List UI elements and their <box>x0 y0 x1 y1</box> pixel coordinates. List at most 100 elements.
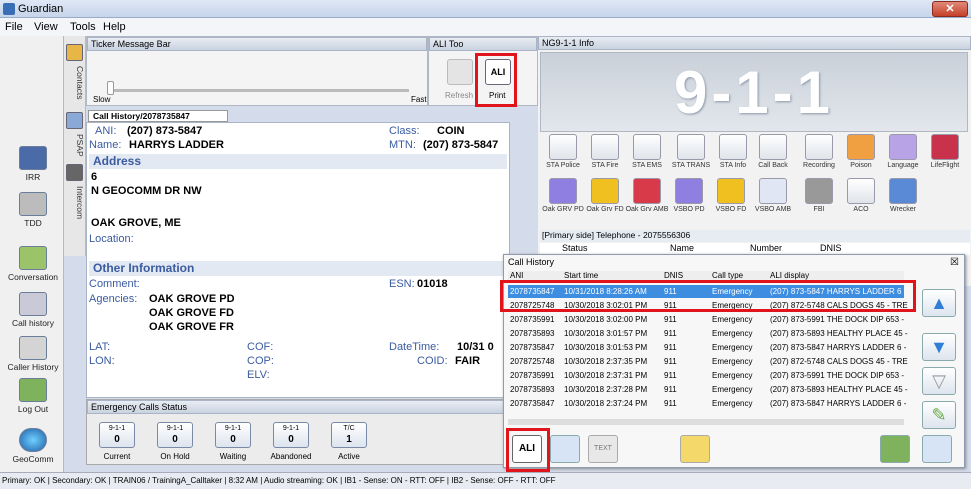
sta-trans-button[interactable]: STA TRANS <box>668 134 714 169</box>
coid-label: COID: <box>417 355 448 367</box>
close-button[interactable]: ✕ <box>932 1 968 17</box>
menu-help[interactable]: Help <box>103 21 126 33</box>
history-row[interactable]: 2078735893 10/30/2018 3:01:57 PM 911 Emerge… <box>508 327 908 340</box>
class-label: Class: <box>389 125 420 137</box>
tab-intercom[interactable]: Intercom <box>65 186 85 219</box>
aco-button[interactable]: ACO <box>838 178 884 213</box>
irr-button[interactable]: IRR <box>4 146 62 182</box>
history-row[interactable]: 2078735847 10/30/2018 2:37:24 PM 911 Emerge… <box>508 397 906 410</box>
history-cell-dnis: 911 <box>664 385 677 394</box>
history-cell-ali: (207) 873-5991 THE DOCK DIP 653 - <box>770 371 904 380</box>
history-cell-time: 10/30/2018 2:37:31 PM <box>564 371 648 380</box>
recording-icon <box>805 134 833 160</box>
history-row[interactable]: 2078725748 10/30/2018 2:37:35 PM 911 Emerge… <box>508 355 908 368</box>
clear-filter-icon[interactable]: ✎ <box>922 401 956 429</box>
history-cell-ani: 2078735847 <box>510 399 555 408</box>
menu-bar: File View Tools Help <box>0 18 971 36</box>
speed-dial-area: STA Police STA Fire STA EMS STA TRANS ST… <box>540 134 968 230</box>
other-info-header: Other Information <box>89 261 507 276</box>
sta-trans-icon <box>677 134 705 160</box>
active-label: Active <box>338 452 360 461</box>
history-row[interactable]: 2078735893 10/30/2018 2:37:28 PM 911 Emerge… <box>508 383 908 396</box>
history-row[interactable]: 2078735991 10/30/2018 2:37:31 PM 911 Emerge… <box>508 369 904 382</box>
user-search-icon[interactable] <box>922 435 952 463</box>
window-title: Guardian <box>18 3 64 15</box>
sta-info-icon <box>719 134 747 160</box>
history-row[interactable]: 2078735991 10/30/2018 3:02:00 PM 911 Emerge… <box>508 313 904 326</box>
history-cell-time: 10/30/2018 2:37:35 PM <box>564 357 648 366</box>
vsbo-fd-button[interactable]: VSBO FD <box>708 178 754 213</box>
ani-value: (207) 873-5847 <box>127 125 203 137</box>
ticker-speed-slider[interactable] <box>109 89 409 92</box>
refresh-button[interactable]: Refresh <box>445 91 473 100</box>
ali-tools-title: ALI Too <box>429 37 537 51</box>
dialog-close-icon[interactable]: ☒ <box>950 257 959 268</box>
text-button[interactable]: TEXT <box>588 435 618 463</box>
logout-icon <box>19 378 47 402</box>
caller-tab[interactable]: Call History/2078735847 <box>88 110 228 122</box>
current-counter: 9-1-1 0 <box>99 422 135 448</box>
oak-grv-fd-button[interactable]: Oak Grv FD <box>582 178 628 213</box>
fbi-button[interactable]: FBI <box>796 178 842 213</box>
ticker-slider-handle[interactable] <box>107 81 114 95</box>
history-cell-ani: 2078735893 <box>510 385 555 394</box>
oak-grv-pd-button[interactable]: Oak GRV PD <box>540 178 586 213</box>
history-cell-time: 10/30/2018 3:01:57 PM <box>564 329 648 338</box>
down-arrow-icon[interactable]: ▼ <box>922 333 956 361</box>
house-number: 6 <box>91 171 98 183</box>
tdd-button[interactable]: TDD <box>4 192 62 228</box>
geocomm-button[interactable]: GeoComm <box>4 428 62 464</box>
callback-button[interactable]: Call Back <box>750 134 796 169</box>
oak-grv-amb-button[interactable]: Oak Grv AMB <box>624 178 670 213</box>
sta-fire-icon <box>591 134 619 160</box>
sta-fire-button[interactable]: STA Fire <box>582 134 628 169</box>
vsbo-pd-button[interactable]: VSBO PD <box>666 178 712 213</box>
mtn-label: MTN: <box>389 139 416 151</box>
history-cell-ani: 2078735847 <box>510 343 555 352</box>
lock-icon[interactable] <box>680 435 710 463</box>
recording-button[interactable]: Recording <box>796 134 842 169</box>
fire-icon <box>591 178 619 204</box>
caller-history-button[interactable]: Caller History <box>4 336 62 372</box>
conversation-button[interactable]: Conversation <box>4 246 62 282</box>
filter-icon[interactable]: ▽ <box>922 367 956 395</box>
tab-psap[interactable]: PSAP <box>65 134 85 157</box>
history-cell-type: Emergency <box>712 315 753 324</box>
sta-police-button[interactable]: STA Police <box>540 134 586 169</box>
telephone-header: [Primary side] Telephone - 2075556306 <box>540 230 970 242</box>
history-cell-dnis: 911 <box>664 329 677 338</box>
caller-history-icon <box>19 336 47 360</box>
history-cell-ali: (207) 873-5893 HEALTHY PLACE 45 - <box>770 385 908 394</box>
up-arrow-icon[interactable]: ▲ <box>922 289 956 317</box>
menu-view[interactable]: View <box>34 21 58 33</box>
gun-icon <box>805 178 833 204</box>
history-cell-ali: (207) 873-5847 HARRYS LADDER 6 - <box>770 343 907 352</box>
lifeflight-button[interactable]: LifeFlight <box>922 134 968 169</box>
menu-file[interactable]: File <box>5 21 23 33</box>
psap-icon <box>66 112 83 129</box>
tab-contacts[interactable]: Contacts <box>65 66 85 100</box>
esn-label: ESN: <box>389 278 415 290</box>
wrecker-button[interactable]: Wrecker <box>880 178 926 213</box>
sta-ems-button[interactable]: STA EMS <box>624 134 670 169</box>
abandoned-counter: 9-1-1 0 <box>273 422 309 448</box>
app-icon <box>3 3 15 15</box>
user-icon[interactable] <box>550 435 580 463</box>
history-scrollbar[interactable] <box>508 419 904 425</box>
vsbo-amb-button[interactable]: VSBO AMB <box>750 178 796 213</box>
refresh-icon <box>447 59 473 85</box>
history-cell-ali: (207) 872-5748 CALS DOGS 45 - TRE <box>770 357 908 366</box>
datetime-label: DateTime: <box>389 341 440 353</box>
language-button[interactable]: Language <box>880 134 926 169</box>
poison-button[interactable]: Poison <box>838 134 884 169</box>
history-row[interactable]: 2078735847 10/30/2018 3:01:53 PM 911 Emerge… <box>508 341 907 354</box>
menu-tools[interactable]: Tools <box>70 21 96 33</box>
exit-icon[interactable] <box>880 435 910 463</box>
history-cell-dnis: 911 <box>664 399 677 408</box>
fire-icon <box>717 178 745 204</box>
lifeflight-icon <box>931 134 959 160</box>
history-cell-type: Emergency <box>712 329 753 338</box>
call-history-button[interactable]: Call history <box>4 292 62 328</box>
poison-icon <box>847 134 875 160</box>
logout-button[interactable]: Log Out <box>4 378 62 414</box>
